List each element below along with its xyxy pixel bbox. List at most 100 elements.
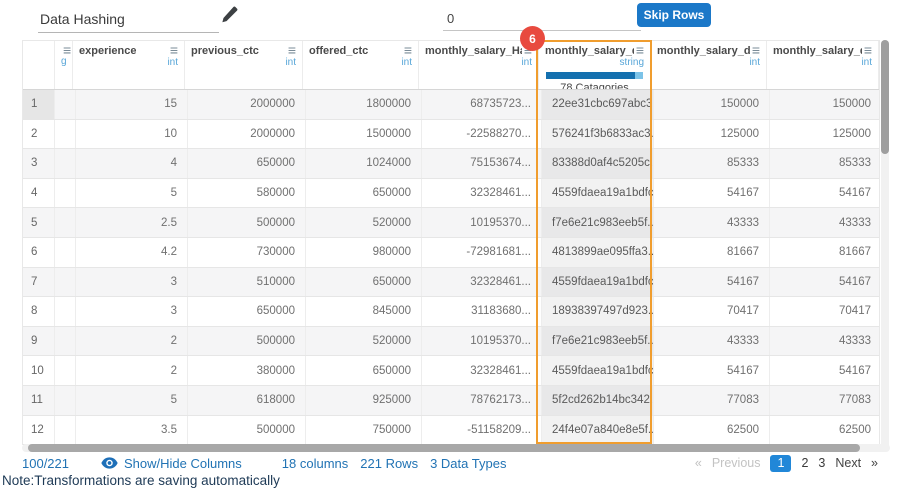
row-number[interactable]: 1 — [23, 90, 55, 119]
table-cell[interactable]: -51158209... — [422, 416, 542, 445]
row-number[interactable]: 6 — [23, 238, 55, 267]
row-number[interactable]: 7 — [23, 268, 55, 297]
column-header-monthly_salary_ha[interactable]: monthly_salary_Ha...≡int — [419, 41, 539, 89]
table-cell[interactable]: 380000 — [188, 356, 306, 385]
table-cell[interactable]: 845000 — [306, 297, 422, 326]
column-header-previous_ctc[interactable]: previous_ctc≡int — [185, 41, 303, 89]
table-cell[interactable]: 2000000 — [188, 120, 306, 149]
table-cell[interactable]: 22ee31cbc697abc3... — [542, 90, 654, 119]
row-number[interactable]: 5 — [23, 208, 55, 237]
table-cell[interactable]: 1024000 — [306, 149, 422, 178]
table-cell[interactable]: 3 — [76, 297, 188, 326]
table-cell[interactable]: 70417 — [770, 297, 880, 326]
table-cell[interactable]: 81667 — [654, 238, 770, 267]
table-cell[interactable]: -72981681... — [422, 238, 542, 267]
table-cell[interactable]: 2.5 — [76, 208, 188, 237]
table-cell[interactable]: 2 — [76, 356, 188, 385]
table-cell[interactable]: 5f2cd262b14bc342... — [542, 386, 654, 415]
table-cell[interactable]: 650000 — [306, 268, 422, 297]
table-cell[interactable]: 4813899ae095ffa3... — [542, 238, 654, 267]
table-cell[interactable]: 43333 — [770, 327, 880, 356]
table-cell[interactable]: 43333 — [654, 208, 770, 237]
column-menu-icon[interactable]: ≡ — [170, 45, 178, 56]
table-cell[interactable]: 3 — [76, 268, 188, 297]
table-cell[interactable]: 24f4e07a840e8e5f... — [542, 416, 654, 445]
table-cell[interactable]: 650000 — [306, 356, 422, 385]
table-cell[interactable]: 43333 — [654, 327, 770, 356]
table-cell[interactable]: 68735723... — [422, 90, 542, 119]
table-cell[interactable] — [55, 268, 76, 297]
column-header-partial-column[interactable]: ≡g — [55, 41, 73, 89]
pagination-page-3[interactable]: 3 — [818, 456, 825, 470]
table-cell[interactable]: 500000 — [188, 416, 306, 445]
table-cell[interactable]: 576241f3b6833ac3... — [542, 120, 654, 149]
row-number[interactable]: 10 — [23, 356, 55, 385]
table-cell[interactable]: 980000 — [306, 238, 422, 267]
table-cell[interactable]: 78762173... — [422, 386, 542, 415]
table-cell[interactable]: 650000 — [306, 179, 422, 208]
table-cell[interactable]: 10 — [76, 120, 188, 149]
pagination-last[interactable]: » — [871, 456, 878, 470]
row-number[interactable]: 9 — [23, 327, 55, 356]
column-header-monthly_salary_du_hashed[interactable]: monthly_salary_du...≡string78 Catagories — [539, 41, 651, 89]
column-header-monthly_salary_du_3[interactable]: monthly_salary_du...≡int — [767, 41, 879, 89]
table-cell[interactable]: 650000 — [188, 149, 306, 178]
table-cell[interactable]: f7e6e21c983eeb5f... — [542, 327, 654, 356]
table-cell[interactable]: 62500 — [654, 416, 770, 445]
column-header-experience[interactable]: experience≡int — [73, 41, 185, 89]
table-cell[interactable]: 500000 — [188, 208, 306, 237]
table-cell[interactable]: 2000000 — [188, 90, 306, 119]
table-cell[interactable] — [55, 120, 76, 149]
table-cell[interactable]: 4559fdaea19a1bdfc... — [542, 179, 654, 208]
column-menu-icon[interactable]: ≡ — [63, 45, 71, 56]
table-cell[interactable]: 54167 — [770, 179, 880, 208]
table-cell[interactable]: 730000 — [188, 238, 306, 267]
table-cell[interactable] — [55, 297, 76, 326]
column-header-monthly_salary_du_2[interactable]: monthly_salary_du...≡int — [651, 41, 767, 89]
table-cell[interactable]: 83388d0af4c5205c... — [542, 149, 654, 178]
table-cell[interactable]: 54167 — [654, 356, 770, 385]
vertical-scrollbar-thumb[interactable] — [881, 40, 889, 154]
table-cell[interactable]: 18938397497d923... — [542, 297, 654, 326]
row-number[interactable]: 4 — [23, 179, 55, 208]
table-cell[interactable] — [55, 90, 76, 119]
table-cell[interactable]: 125000 — [770, 120, 880, 149]
table-cell[interactable]: 1800000 — [306, 90, 422, 119]
table-cell[interactable]: 4559fdaea19a1bdfc... — [542, 356, 654, 385]
horizontal-scrollbar-thumb[interactable] — [28, 444, 860, 452]
horizontal-scrollbar-track[interactable] — [22, 444, 890, 452]
pagination-page-1[interactable]: 1 — [770, 455, 791, 472]
table-cell[interactable]: 85333 — [654, 149, 770, 178]
transformation-name-input[interactable] — [38, 6, 219, 33]
pagination-page-2[interactable]: 2 — [801, 456, 808, 470]
table-cell[interactable]: 85333 — [770, 149, 880, 178]
table-cell[interactable]: 70417 — [654, 297, 770, 326]
table-cell[interactable]: 150000 — [654, 90, 770, 119]
table-cell[interactable] — [55, 386, 76, 415]
table-cell[interactable]: 77083 — [654, 386, 770, 415]
column-header-offered_ctc[interactable]: offered_ctc≡int — [303, 41, 419, 89]
table-cell[interactable]: 54167 — [654, 179, 770, 208]
table-cell[interactable]: 125000 — [654, 120, 770, 149]
skip-rows-button[interactable]: Skip Rows — [637, 3, 711, 27]
table-cell[interactable]: 750000 — [306, 416, 422, 445]
table-cell[interactable]: 31183680... — [422, 297, 542, 326]
table-cell[interactable] — [55, 149, 76, 178]
table-cell[interactable]: 62500 — [770, 416, 880, 445]
table-cell[interactable]: 150000 — [770, 90, 880, 119]
table-cell[interactable]: f7e6e21c983eeb5f... — [542, 208, 654, 237]
table-cell[interactable]: 10195370... — [422, 327, 542, 356]
table-cell[interactable]: 580000 — [188, 179, 306, 208]
skip-rows-input[interactable] — [443, 6, 641, 31]
table-cell[interactable]: 81667 — [770, 238, 880, 267]
table-cell[interactable]: 54167 — [770, 268, 880, 297]
vertical-scrollbar-track[interactable] — [881, 40, 889, 452]
table-cell[interactable] — [55, 208, 76, 237]
table-cell[interactable]: 2 — [76, 327, 188, 356]
table-cell[interactable] — [55, 327, 76, 356]
table-cell[interactable]: 4559fdaea19a1bdfc... — [542, 268, 654, 297]
row-number[interactable]: 11 — [23, 386, 55, 415]
table-cell[interactable]: 54167 — [770, 356, 880, 385]
column-menu-icon[interactable]: ≡ — [404, 45, 412, 56]
table-cell[interactable]: 650000 — [188, 297, 306, 326]
